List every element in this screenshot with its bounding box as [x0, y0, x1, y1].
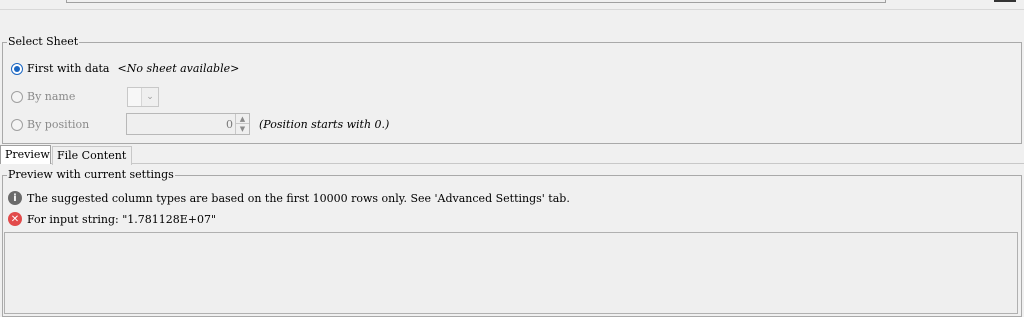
position-spinner[interactable]: 0 ▲ ▼	[126, 113, 250, 135]
by-name-label: By name	[27, 90, 76, 103]
tab-preview[interactable]: Preview	[0, 145, 51, 164]
chevron-down-icon: ⌄	[146, 92, 154, 102]
error-message-text: For input string: "1.781128E+07"	[27, 212, 217, 226]
sheet-name-dropdown[interactable]: ⌄	[127, 87, 159, 107]
previous-input-field	[66, 0, 886, 3]
divider	[0, 9, 1024, 10]
preview-title: Preview with current settings	[7, 168, 175, 182]
first-with-data-label: First with data	[27, 62, 110, 75]
radio-unselected-icon	[11, 119, 23, 131]
sheet-availability-value: <No sheet available>	[117, 62, 240, 75]
minimize-icon[interactable]	[994, 0, 1016, 2]
position-value: 0	[226, 118, 233, 131]
position-hint: (Position starts with 0.)	[259, 118, 390, 131]
radio-by-position[interactable]: By position	[11, 117, 89, 133]
radio-selected-icon	[11, 63, 23, 75]
info-icon: i	[8, 191, 22, 205]
preview-table-area[interactable]	[4, 232, 1018, 314]
tab-strip-divider	[0, 163, 1024, 164]
radio-unselected-icon	[11, 91, 23, 103]
by-position-label: By position	[27, 118, 90, 131]
spinner-down-icon[interactable]: ▼	[236, 124, 249, 134]
sheet-name-value	[128, 88, 142, 106]
radio-by-name[interactable]: By name	[11, 89, 75, 105]
info-message-text: The suggested column types are based on …	[27, 191, 570, 205]
radio-first-with-data[interactable]: First with data <No sheet available>	[11, 61, 239, 77]
select-sheet-title: Select Sheet	[7, 35, 80, 49]
spinner-up-icon[interactable]: ▲	[236, 114, 249, 124]
info-message: i The suggested column types are based o…	[8, 190, 570, 206]
error-message: ✕ For input string: "1.781128E+07"	[8, 211, 216, 227]
error-icon: ✕	[8, 212, 22, 226]
tab-file-content[interactable]: File Content	[52, 146, 132, 165]
